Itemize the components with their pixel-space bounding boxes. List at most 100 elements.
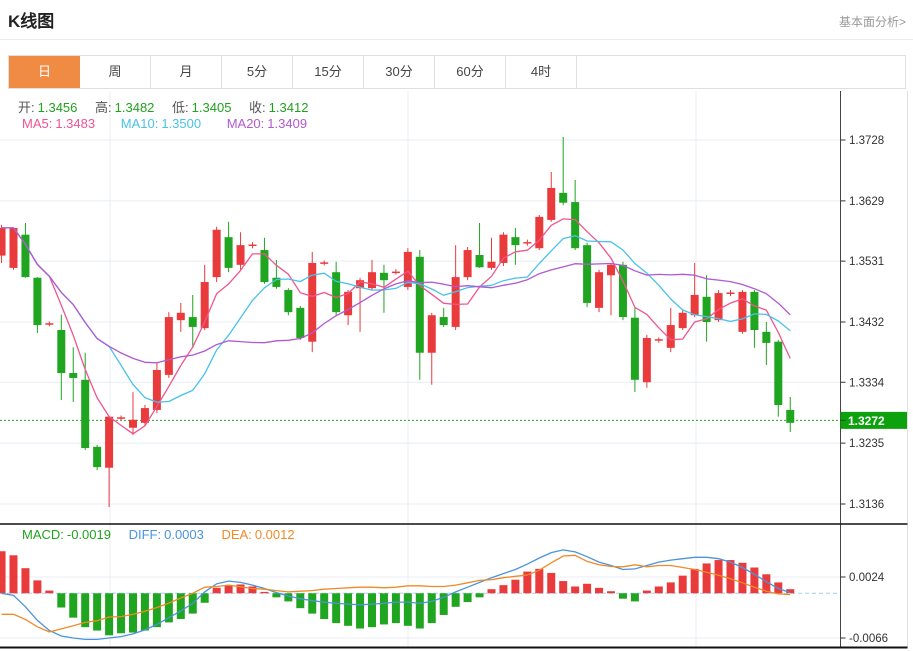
tab-15分[interactable]: 15分 [293,56,364,88]
candle[interactable] [212,229,221,278]
tab-60分[interactable]: 60分 [435,56,506,88]
candle[interactable] [642,337,651,383]
macd-bar[interactable] [21,568,30,594]
candle[interactable] [9,227,18,268]
candle[interactable] [774,341,783,406]
candle[interactable] [678,312,687,329]
candle[interactable] [105,416,114,468]
candle[interactable] [391,271,400,274]
candle[interactable] [296,307,305,338]
candle[interactable] [117,417,126,419]
candle[interactable] [176,312,185,321]
candle[interactable] [152,369,161,410]
candle[interactable] [93,446,102,468]
candle[interactable] [344,291,353,316]
candle[interactable] [248,244,257,247]
candle[interactable] [129,419,137,428]
candle[interactable] [81,379,90,449]
candle[interactable] [57,329,66,374]
candle[interactable] [439,317,448,326]
tab-月[interactable]: 月 [151,56,222,88]
tab-30分[interactable]: 30分 [364,56,435,88]
macd-bar[interactable] [415,593,424,629]
macd-bar[interactable] [427,593,436,624]
macd-bar[interactable] [0,551,6,594]
candle[interactable] [726,292,735,294]
macd-bar[interactable] [750,567,759,594]
candle[interactable] [332,272,341,313]
macd-bar[interactable] [344,593,353,626]
candle[interactable] [368,272,376,289]
candle[interactable] [69,373,78,378]
fundamental-analysis-link[interactable]: 基本面分析> [839,13,906,30]
macd-bar[interactable] [654,586,663,594]
macd-bar[interactable] [702,563,711,594]
macd-bar[interactable] [535,568,544,594]
candle[interactable] [535,216,544,249]
macd-bar[interactable] [9,555,18,594]
candle[interactable] [583,245,592,303]
macd-bar[interactable] [571,586,580,594]
macd-bar[interactable] [152,593,161,628]
macd-bar[interactable] [499,585,508,594]
candle[interactable] [188,317,197,327]
macd-bar[interactable] [368,593,376,628]
candle[interactable] [487,261,496,268]
candle[interactable] [164,317,173,375]
macd-bar[interactable] [451,593,460,607]
candle[interactable] [511,237,520,246]
candle[interactable] [33,277,42,326]
tab-5分[interactable]: 5分 [222,56,293,88]
macd-bar[interactable] [666,582,675,594]
macd-bar[interactable] [630,593,639,602]
candle[interactable] [595,272,604,308]
macd-bar[interactable] [332,593,341,624]
candle[interactable] [463,250,472,278]
candle[interactable] [630,317,639,380]
candle[interactable] [738,291,747,332]
macd-bar[interactable] [45,590,54,594]
macd-bar[interactable] [487,589,496,594]
candle[interactable] [523,242,532,244]
candle[interactable] [571,202,580,249]
macd-bar[interactable] [726,560,735,594]
macd-bar[interactable] [595,587,604,594]
macd-bar[interactable] [511,579,520,594]
macd-bar[interactable] [583,583,592,594]
candle[interactable] [714,293,723,321]
candle[interactable] [559,192,568,203]
candle[interactable] [750,291,759,330]
candle[interactable] [224,237,233,268]
tab-日[interactable]: 日 [9,56,80,88]
candle[interactable] [451,277,460,327]
macd-bar[interactable] [69,593,78,618]
macd-bar[interactable] [690,568,699,594]
candle[interactable] [762,331,771,343]
candle[interactable] [547,187,556,220]
macd-bar[interactable] [308,593,317,614]
macd-bar[interactable] [296,593,305,609]
candle[interactable] [475,254,484,268]
macd-bar[interactable] [224,585,233,594]
candle[interactable] [236,245,245,265]
candle[interactable] [415,256,424,353]
macd-bar[interactable] [57,593,66,608]
candle[interactable] [379,272,388,281]
candle[interactable] [320,262,329,264]
candle[interactable] [260,250,269,283]
candle[interactable] [618,264,627,318]
macd-bar[interactable] [618,593,627,599]
macd-bar[interactable] [607,591,615,594]
macd-bar[interactable] [117,593,126,634]
candle[interactable] [786,409,795,423]
macd-bar[interactable] [475,593,484,598]
candle[interactable] [0,227,6,256]
macd-bar[interactable] [642,590,651,594]
macd-bar[interactable] [356,593,365,629]
macd-bar[interactable] [403,593,412,626]
macd-bar[interactable] [260,591,269,594]
macd-bar[interactable] [463,593,472,603]
macd-bar[interactable] [391,593,400,624]
tab-4时[interactable]: 4时 [506,56,577,88]
macd-bar[interactable] [284,593,293,602]
